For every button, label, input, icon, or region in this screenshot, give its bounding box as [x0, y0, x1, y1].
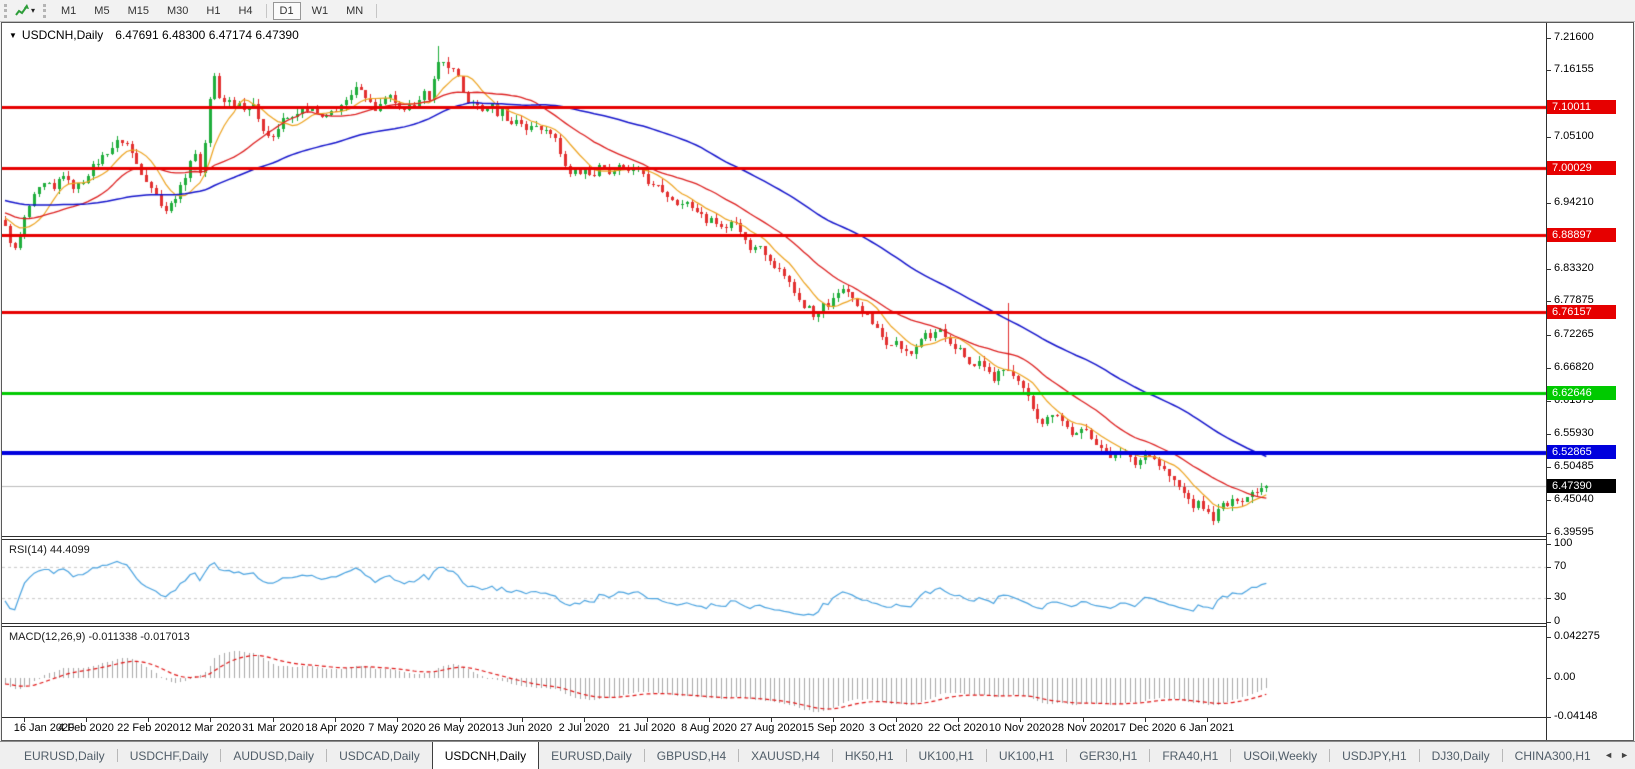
price-level-badge: 6.88897 — [1547, 228, 1616, 242]
rsi-tick-label: 0 — [1554, 615, 1561, 627]
price-tick — [1546, 434, 1551, 435]
toolbar-grip[interactable] — [4, 3, 7, 18]
timeframe-button-h4[interactable]: H4 — [231, 2, 259, 20]
toolbar-separator — [376, 3, 378, 18]
date-axis-border — [2, 717, 1546, 718]
timeframe-button-m5[interactable]: M5 — [87, 2, 116, 20]
price-tick — [1546, 203, 1551, 204]
price-tick-label: 6.55930 — [1554, 427, 1594, 439]
timeframe-button-w1[interactable]: W1 — [305, 2, 336, 20]
panel-separator[interactable] — [2, 623, 1546, 624]
tab-usdjpy-h1[interactable]: USDJPY,H1 — [1330, 742, 1418, 769]
price-level-badge: 6.47390 — [1547, 479, 1616, 493]
tab-uk100-h1[interactable]: UK100,H1 — [907, 742, 986, 769]
price-tick-label: 6.66820 — [1554, 361, 1594, 373]
tab-eurusd-daily[interactable]: EURUSD,Daily — [12, 742, 117, 769]
price-axis-border — [1546, 23, 1547, 740]
tab-gbpusd-h4[interactable]: GBPUSD,H4 — [645, 742, 738, 769]
macd-tick-label: 0.00 — [1554, 671, 1576, 683]
panel-separator[interactable] — [2, 536, 1546, 537]
price-tick-label: 7.05100 — [1554, 130, 1594, 142]
chart-title: ▼ USDCNH,Daily 6.47691 6.48300 6.47174 6.4… — [9, 28, 299, 42]
tab-usdchf-daily[interactable]: USDCHF,Daily — [118, 742, 221, 769]
price-tick-label: 6.72265 — [1554, 328, 1594, 340]
rsi-tick-label: 30 — [1554, 591, 1567, 603]
chart-ohlc-values: 6.47691 6.48300 6.47174 6.47390 — [115, 28, 299, 42]
macd-tick — [1546, 637, 1551, 638]
chart-tabs: EURUSD,Daily USDCHF,Daily AUDUSD,Daily USDC… — [0, 742, 1600, 769]
price-level-badge: 6.76157 — [1547, 305, 1616, 319]
macd-canvas[interactable] — [2, 627, 1546, 717]
chart-tool-icon[interactable] — [15, 3, 29, 18]
rsi-tick — [1546, 544, 1551, 545]
tab-uk100-h1[interactable]: UK100,H1 — [987, 742, 1066, 769]
rsi-tick — [1546, 567, 1551, 568]
price-tick — [1546, 467, 1551, 468]
price-tick — [1546, 500, 1551, 501]
tab-usoil-weekly[interactable]: USOil,Weekly — [1231, 742, 1329, 769]
price-level-badge: 7.00029 — [1547, 161, 1616, 175]
tab-ger30-h1[interactable]: GER30,H1 — [1067, 742, 1149, 769]
price-tick-label: 7.21600 — [1554, 31, 1594, 43]
macd-tick-label: 0.042275 — [1554, 630, 1600, 642]
macd-tick — [1546, 717, 1551, 718]
timeframe-button-m30[interactable]: M30 — [160, 2, 195, 20]
macd-tick-label: -0.04148 — [1554, 710, 1598, 722]
price-tick — [1546, 301, 1551, 302]
chart-tab-bar: EURUSD,Daily USDCHF,Daily AUDUSD,Daily USDC… — [0, 741, 1635, 769]
timeframe-button-d1[interactable]: D1 — [272, 1, 301, 20]
price-tick — [1546, 401, 1551, 402]
tab-fra40-h1[interactable]: FRA40,H1 — [1150, 742, 1230, 769]
tab-audusd-daily[interactable]: AUDUSD,Daily — [221, 742, 326, 769]
tabs-scroll-left-icon[interactable]: ◄ — [1604, 750, 1613, 760]
rsi-tick — [1546, 598, 1551, 599]
price-tick-label: 6.50485 — [1554, 460, 1594, 472]
symbol-dropdown-icon[interactable]: ▼ — [9, 31, 17, 40]
rsi-tick-label: 100 — [1554, 537, 1573, 549]
price-tick — [1546, 368, 1551, 369]
price-level-badge: 6.52865 — [1547, 445, 1616, 459]
chart-window: ▼ USDCNH,Daily 6.47691 6.48300 6.47174 6.4… — [1, 22, 1634, 741]
rsi-canvas[interactable] — [2, 540, 1546, 623]
rsi-label: RSI(14) 44.4099 — [9, 544, 90, 556]
tab-usdcad-daily[interactable]: USDCAD,Daily — [327, 742, 432, 769]
main-chart-canvas[interactable] — [2, 23, 1546, 536]
timeframe-button-m1[interactable]: M1 — [54, 2, 83, 20]
tab-hk50-h1[interactable]: HK50,H1 — [833, 742, 906, 769]
price-tick — [1546, 38, 1551, 39]
timeframe-button-group: M1 M5 M15 M30 H1 H4 D1 W1 MN — [52, 1, 381, 20]
timeframe-button-h1[interactable]: H1 — [199, 2, 227, 20]
tab-xauusd-h4[interactable]: XAUUSD,H4 — [739, 742, 832, 769]
chart-symbol: USDCNH,Daily — [21, 28, 104, 42]
macd-label: MACD(12,26,9) -0.011338 -0.017013 — [9, 631, 190, 643]
price-tick-label: 6.45040 — [1554, 493, 1594, 505]
price-tick — [1546, 137, 1551, 138]
tabs-scroll-right-icon[interactable]: ► — [1620, 750, 1629, 760]
rsi-tick — [1546, 622, 1551, 623]
price-tick — [1546, 335, 1551, 336]
price-tick-label: 6.83320 — [1554, 262, 1594, 274]
price-tick-label: 7.16155 — [1554, 63, 1594, 75]
price-tick-label: 6.94210 — [1554, 196, 1594, 208]
price-tick — [1546, 533, 1551, 534]
price-level-badge: 7.10011 — [1547, 100, 1616, 114]
price-tick — [1546, 70, 1551, 71]
tab-usdcnh-daily[interactable]: USDCNH,Daily — [431, 742, 540, 769]
tab-china300-h1[interactable]: CHINA300,H1 — [1503, 742, 1600, 769]
toolbar-overflow-caret-icon[interactable]: ▾ — [31, 6, 35, 15]
rsi-tick-label: 70 — [1554, 560, 1567, 572]
date-tick-label: 6 Jan 2021 — [1179, 722, 1235, 734]
price-tick — [1546, 269, 1551, 270]
toolbar-grip-2[interactable] — [43, 3, 47, 18]
timeframe-button-m15[interactable]: M15 — [121, 2, 156, 20]
toolbar-separator — [265, 3, 267, 18]
tab-dj30-daily[interactable]: DJ30,Daily — [1420, 742, 1502, 769]
tab-eurusd-daily[interactable]: EURUSD,Daily — [539, 742, 644, 769]
top-toolbar: ▾ M1 M5 M15 M30 H1 H4 D1 W1 MN — [0, 0, 1635, 22]
macd-tick — [1546, 678, 1551, 679]
timeframe-button-mn[interactable]: MN — [339, 2, 370, 20]
price-level-badge: 6.62646 — [1547, 386, 1616, 400]
